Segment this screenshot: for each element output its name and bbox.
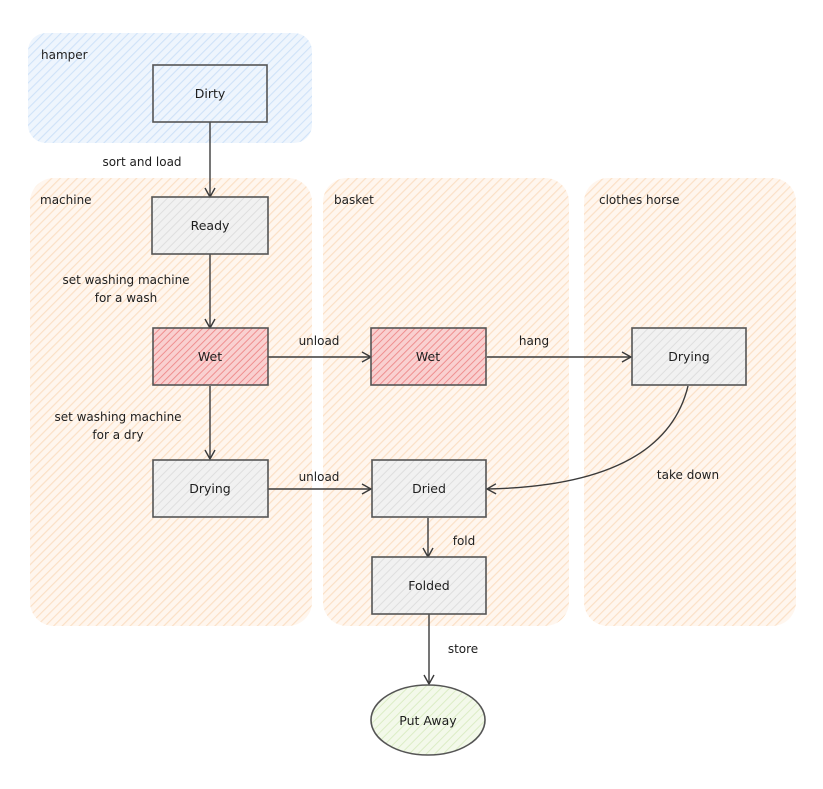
edge-label-store: store xyxy=(448,642,478,656)
edge-label-sort-and-load: sort and load xyxy=(102,155,181,169)
node-drying-horse[interactable]: Drying xyxy=(631,327,747,386)
edge-label-unload-1: unload xyxy=(299,334,340,348)
node-wet-machine[interactable]: Wet xyxy=(152,327,269,386)
node-ready[interactable]: Ready xyxy=(151,196,269,255)
flowchart-canvas: hamper machine basket clothes horse sort… xyxy=(28,33,796,756)
group-label-clothes-horse: clothes horse xyxy=(599,193,680,207)
node-label-dried: Dried xyxy=(412,481,446,496)
node-label-ready: Ready xyxy=(191,218,230,233)
edge-label-wash-line2: for a wash xyxy=(95,291,158,305)
node-label-folded: Folded xyxy=(408,578,449,593)
edge-label-take-down: take down xyxy=(657,468,719,482)
edge-label-fold: fold xyxy=(453,534,476,548)
node-label-put-away: Put Away xyxy=(399,713,457,728)
node-wet-basket[interactable]: Wet xyxy=(370,327,487,386)
group-label-basket: basket xyxy=(334,193,374,207)
edge-label-unload-2: unload xyxy=(299,470,340,484)
node-label-wet-machine: Wet xyxy=(198,349,222,364)
node-label-wet-basket: Wet xyxy=(416,349,440,364)
edge-label-dry-line1: set washing machine xyxy=(54,410,181,424)
node-label-drying-machine: Drying xyxy=(189,481,231,496)
edge-label-hang: hang xyxy=(519,334,549,348)
node-label-dirty: Dirty xyxy=(195,86,226,101)
edge-label-dry-line2: for a dry xyxy=(92,428,143,442)
group-label-hamper: hamper xyxy=(41,48,88,62)
group-clothes-horse: clothes horse xyxy=(584,178,796,626)
node-drying-machine[interactable]: Drying xyxy=(152,459,269,518)
node-label-drying-horse: Drying xyxy=(668,349,710,364)
group-label-machine: machine xyxy=(40,193,92,207)
edge-label-wash-line1: set washing machine xyxy=(62,273,189,287)
node-dirty[interactable]: Dirty xyxy=(152,64,268,123)
node-folded[interactable]: Folded xyxy=(371,556,487,615)
node-put-away[interactable]: Put Away xyxy=(370,684,486,756)
node-dried[interactable]: Dried xyxy=(371,459,487,518)
